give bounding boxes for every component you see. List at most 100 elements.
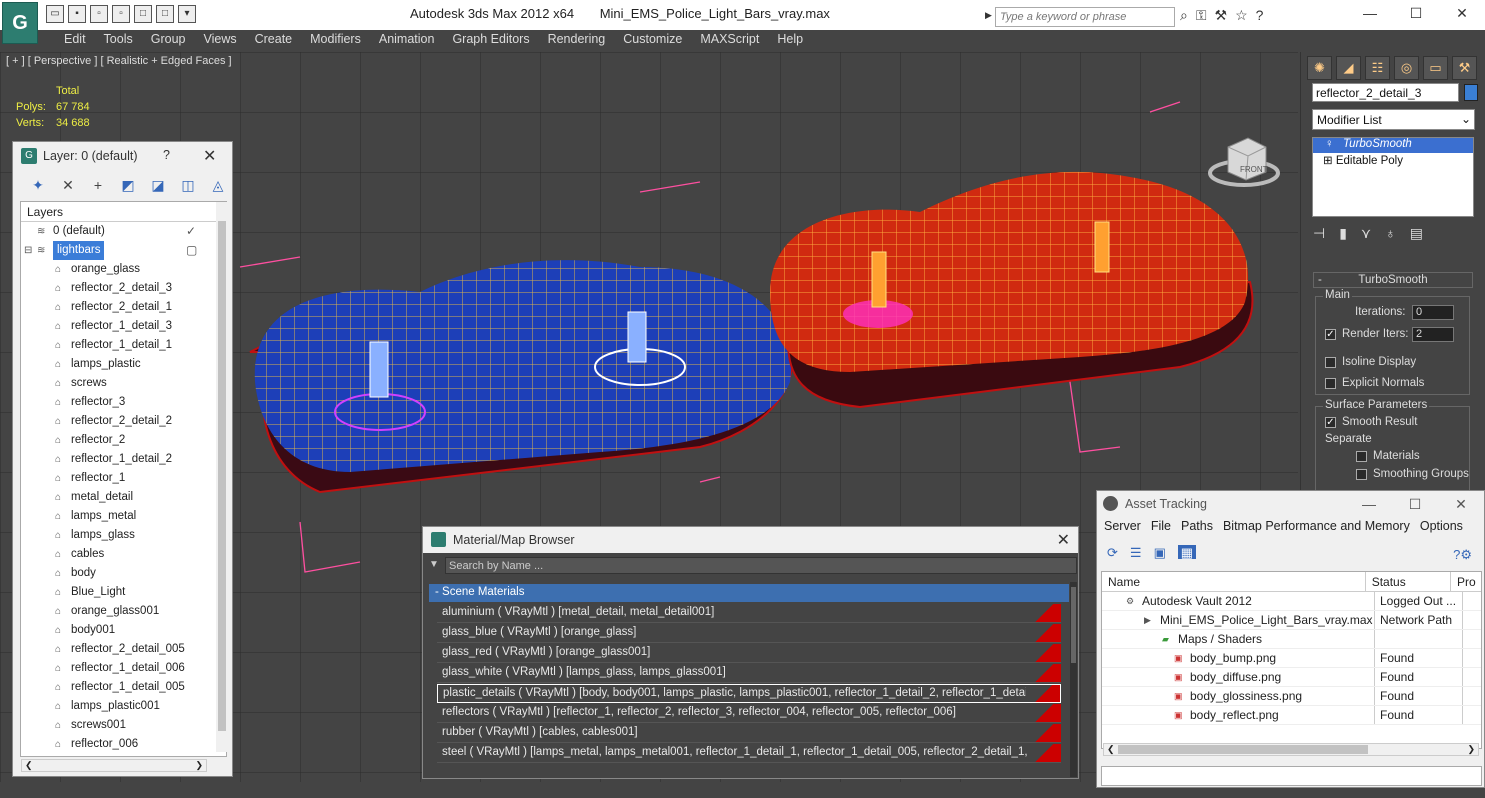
smoothing-groups-checkbox[interactable]: [1356, 469, 1367, 480]
asset-row[interactable]: ▣ body_reflect.png Found: [1102, 706, 1481, 725]
show-end-result-icon[interactable]: ▮: [1339, 225, 1347, 242]
object-row[interactable]: ⌂ lamps_plastic001: [21, 697, 226, 716]
layers-column-header[interactable]: Layers: [21, 202, 226, 222]
asset-hscrollbar[interactable]: ❮ ❯: [1103, 743, 1479, 756]
menu-item[interactable]: Help: [768, 30, 812, 50]
object-row[interactable]: ⌂ reflector_2_detail_005: [21, 640, 226, 659]
object-row[interactable]: ⌂ body001: [21, 621, 226, 640]
browser-options-icon[interactable]: ▼: [429, 559, 439, 570]
materials-checkbox[interactable]: [1356, 451, 1367, 462]
hide-all-icon[interactable]: ◫: [179, 177, 197, 194]
asset-row[interactable]: ▶ Mini_EMS_Police_Light_Bars_vray.max Netw…: [1102, 611, 1481, 630]
object-row[interactable]: ⌂ cables: [21, 545, 226, 564]
close-icon[interactable]: ✕: [1439, 0, 1485, 28]
pin-stack-icon[interactable]: ⊣: [1313, 225, 1325, 242]
binoculars-icon[interactable]: ⌕: [1180, 7, 1188, 24]
layer-hscrollbar[interactable]: ❮ ❯: [21, 759, 207, 772]
smooth-result-checkbox[interactable]: ✓: [1325, 417, 1336, 428]
scroll-left-icon[interactable]: ❮: [1107, 744, 1115, 755]
layer-list[interactable]: Layers ≋ 0 (default) ✓ ≋ ⊟ lightbars ▢ ⌂ orange_…: [20, 201, 227, 757]
render-iters-checkbox[interactable]: ✓: [1325, 329, 1336, 340]
modifier-stack[interactable]: ♀ TurboSmooth ⊞ Editable Poly: [1312, 137, 1474, 217]
menu-item[interactable]: Graph Editors: [443, 30, 538, 50]
asset-menu-item[interactable]: Server: [1099, 517, 1146, 537]
asset-row[interactable]: ⚙ Autodesk Vault 2012 Logged Out ...: [1102, 592, 1481, 611]
explicit-normals-checkbox[interactable]: [1325, 378, 1336, 389]
object-row[interactable]: ⌂ metal_detail: [21, 488, 226, 507]
collapse-icon[interactable]: ⊟: [24, 241, 32, 260]
material-row[interactable]: plastic_details ( VRayMtl ) [body, body0…: [437, 684, 1061, 703]
add-to-layer-icon[interactable]: +: [89, 177, 107, 193]
help-icon[interactable]: ?: [1256, 7, 1264, 24]
list-view-icon[interactable]: ☰: [1130, 545, 1142, 560]
menu-item[interactable]: Group: [142, 30, 195, 50]
infocenter-search-input[interactable]: Type a keyword or phrase: [995, 7, 1175, 27]
viewport-label[interactable]: [ + ] [ Perspective ] [ Realistic + Edge…: [6, 55, 232, 67]
material-row[interactable]: rubber ( VRayMtl ) [cables, cables001]: [437, 724, 1061, 743]
minimize-icon[interactable]: —: [1346, 491, 1392, 517]
layer-row[interactable]: ≋ ⊟ lightbars ▢: [21, 241, 226, 260]
stack-item-editable-poly[interactable]: ⊞ Editable Poly: [1313, 153, 1473, 168]
thumbnail-view-icon[interactable]: ▣: [1154, 545, 1166, 560]
object-row[interactable]: ⌂ screws: [21, 374, 226, 393]
object-row[interactable]: ⌂ body: [21, 564, 226, 583]
material-row[interactable]: reflectors ( VRayMtl ) [reflector_1, ref…: [437, 704, 1061, 723]
scroll-right-icon[interactable]: ❯: [195, 760, 203, 771]
star-icon[interactable]: ☆: [1235, 7, 1248, 24]
freeze-all-icon[interactable]: ◬: [209, 177, 227, 194]
object-row[interactable]: ⌂ reflector_1_detail_2: [21, 450, 226, 469]
object-row[interactable]: ⌂ orange_glass: [21, 260, 226, 279]
maximize-icon[interactable]: ☐: [1392, 491, 1438, 517]
display-tab-icon[interactable]: ▭: [1423, 56, 1448, 80]
object-row[interactable]: ⌂ reflector_1: [21, 469, 226, 488]
close-icon[interactable]: ✕: [1438, 491, 1484, 517]
close-icon[interactable]: ✕: [203, 146, 216, 166]
help-icon[interactable]: ?⚙: [1453, 547, 1472, 563]
create-layer-icon[interactable]: ✦: [29, 177, 47, 194]
app-logo-icon[interactable]: G: [2, 2, 38, 44]
object-row[interactable]: ⌂ reflector_2_detail_3: [21, 279, 226, 298]
select-objects-icon[interactable]: ◩: [119, 177, 137, 194]
layer-window-titlebar[interactable]: G Layer: 0 (default) ? ✕: [13, 142, 232, 170]
set-current-icon[interactable]: ▢: [186, 241, 197, 260]
object-row[interactable]: ⌂ reflector_2: [21, 431, 226, 450]
create-tab-icon[interactable]: ✺: [1307, 56, 1332, 80]
menu-item[interactable]: Create: [246, 30, 302, 50]
asset-menu-item[interactable]: Options: [1415, 517, 1468, 537]
render-iters-spinner[interactable]: 2: [1412, 327, 1454, 342]
object-row[interactable]: ⌂ lamps_plastic: [21, 355, 226, 374]
object-row[interactable]: ⌂ screws001: [21, 716, 226, 735]
material-search-input[interactable]: Search by Name ...: [445, 557, 1077, 574]
make-unique-icon[interactable]: ⋎: [1361, 225, 1371, 242]
table-view-icon[interactable]: ▦: [1177, 545, 1196, 560]
hold-icon[interactable]: □: [156, 5, 174, 23]
object-row[interactable]: ⌂ reflector_1_detail_006: [21, 659, 226, 678]
asset-row[interactable]: ▣ body_glossiness.png Found: [1102, 687, 1481, 706]
scene-materials-group[interactable]: - Scene Materials: [429, 584, 1069, 602]
open-file-icon[interactable]: ▭: [46, 5, 64, 23]
menu-item[interactable]: Modifiers: [301, 30, 370, 50]
material-vscroll-thumb[interactable]: [1071, 587, 1076, 663]
object-row[interactable]: ⌂ orange_glass001: [21, 602, 226, 621]
asset-menu-item[interactable]: File: [1146, 517, 1176, 537]
object-row[interactable]: ⌂ reflector_1_detail_005: [21, 678, 226, 697]
material-row[interactable]: aluminium ( VRayMtl ) [metal_detail, met…: [437, 604, 1061, 623]
project-icon[interactable]: □: [134, 5, 152, 23]
object-row[interactable]: ⌂ Blue_Light: [21, 583, 226, 602]
asset-menu-item[interactable]: Paths: [1176, 517, 1218, 537]
material-row[interactable]: steel ( VRayMtl ) [lamps_metal, lamps_me…: [437, 744, 1061, 763]
menu-item[interactable]: Customize: [614, 30, 691, 50]
layer-vscroll-thumb[interactable]: [218, 221, 226, 731]
asset-row[interactable]: ▣ body_diffuse.png Found: [1102, 668, 1481, 687]
layer-row[interactable]: ≋ 0 (default) ✓: [21, 222, 226, 241]
highlight-layer-icon[interactable]: ◪: [149, 177, 167, 194]
material-row[interactable]: glass_red ( VRayMtl ) [orange_glass001]: [437, 644, 1061, 663]
asset-table[interactable]: Name Status Pro ⚙ Autodesk Vault 2012 Logg…: [1101, 571, 1482, 749]
material-row[interactable]: glass_blue ( VRayMtl ) [orange_glass]: [437, 624, 1061, 643]
configure-sets-icon[interactable]: ▤: [1410, 225, 1423, 242]
minimize-icon[interactable]: —: [1347, 0, 1393, 28]
asset-tracking-titlebar[interactable]: Asset Tracking — ☐ ✕: [1097, 491, 1484, 517]
object-row[interactable]: ⌂ reflector_2_detail_1: [21, 298, 226, 317]
refresh-icon[interactable]: ⟳: [1107, 545, 1118, 560]
delete-layer-icon[interactable]: ✕: [59, 177, 77, 194]
